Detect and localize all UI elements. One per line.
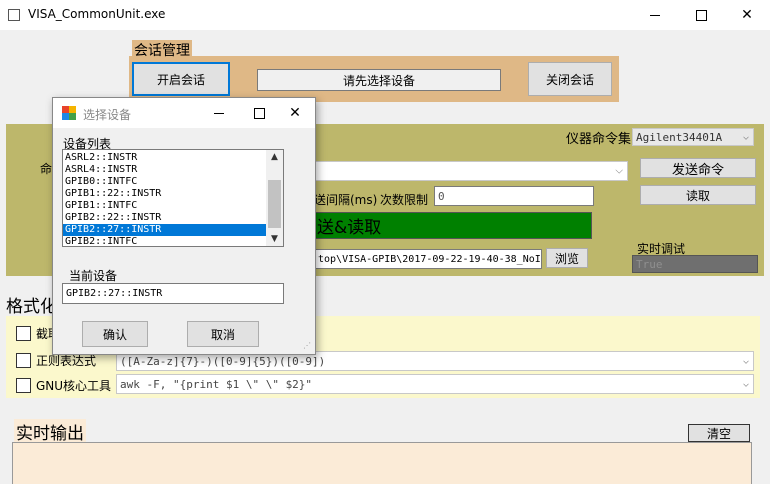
resize-grip-icon[interactable]: ⋰ — [303, 342, 313, 352]
crop-checkbox[interactable] — [16, 325, 31, 341]
list-item[interactable]: GPIB1::22::INSTR — [63, 188, 266, 200]
list-item[interactable]: ASRL2::INSTR — [63, 152, 266, 164]
close-icon: ✕ — [741, 7, 753, 23]
device-list[interactable]: ASRL2::INSTR ASRL4::INSTR GPIB0::INTFC GPIB… — [62, 149, 284, 247]
session-status: 请先选择设备 — [257, 69, 501, 91]
output-title: 实时输出 — [14, 419, 86, 444]
list-item[interactable]: GPIB2::INTFC — [63, 236, 266, 246]
dialog-maximize-button[interactable] — [239, 98, 279, 128]
app-icon — [8, 9, 20, 21]
command-label: 命 — [40, 162, 53, 176]
regex-checkbox[interactable] — [16, 352, 31, 368]
output-area[interactable] — [12, 442, 752, 484]
browse-button[interactable]: 浏览 — [546, 248, 588, 268]
maximize-button[interactable] — [678, 0, 724, 30]
maximize-icon — [253, 107, 265, 119]
list-item[interactable]: GPIB2::27::INSTR — [63, 224, 266, 236]
dialog-title: 选择设备 — [83, 108, 132, 122]
minimize-icon — [650, 14, 660, 16]
list-item[interactable]: GPIB0::INTFC — [63, 176, 266, 188]
realtime-debug-value[interactable]: True — [632, 255, 758, 273]
send-command-button[interactable]: 发送命令 — [640, 158, 756, 178]
maximize-icon — [695, 9, 707, 21]
clear-button[interactable]: 清空 — [688, 424, 750, 442]
dialog-app-icon — [62, 106, 76, 120]
scroll-up-icon[interactable]: ▲ — [266, 150, 283, 164]
chevron-down-icon: ⌵ — [615, 165, 623, 177]
dialog-titlebar: 选择设备 ✕ — [53, 98, 315, 128]
limit-input[interactable]: 0 — [434, 186, 594, 206]
open-session-button[interactable]: 开启会话 — [132, 62, 230, 96]
close-button[interactable]: ✕ — [724, 0, 770, 30]
current-device-label: 当前设备 — [69, 269, 118, 283]
session-group-label: 会话管理 — [132, 40, 192, 59]
list-scrollbar[interactable]: ▲ ▼ — [266, 150, 283, 246]
list-item[interactable]: GPIB1::INTFC — [63, 200, 266, 212]
path-input[interactable]: top\VISA-GPIB\2017-09-22-19-40-38_NoIn — [314, 249, 542, 269]
close-icon: ✕ — [289, 105, 301, 121]
limit-label: 次数限制 — [380, 193, 429, 207]
gnu-checkbox[interactable] — [16, 377, 31, 393]
read-button[interactable]: 读取 — [640, 185, 756, 205]
cancel-button[interactable]: 取消 — [187, 321, 259, 347]
minimize-icon — [214, 112, 224, 114]
gnu-select[interactable]: awk -F, "{print $1 \" \" $2}" ⌵ — [116, 374, 754, 394]
select-device-dialog: 选择设备 ✕ 设备列表 ASRL2::INSTR ASRL4::INSTR GPIB… — [52, 97, 316, 355]
gnu-label: GNU核心工具 — [36, 378, 112, 393]
send-read-status[interactable]: 送&读取 — [314, 212, 592, 239]
dialog-close-button[interactable]: ✕ — [275, 98, 315, 128]
window-titlebar: VISA_CommonUnit.exe ✕ — [0, 0, 770, 30]
instrument-set-label: 仪器命令集 — [566, 132, 632, 147]
chevron-down-icon: ⌵ — [742, 378, 749, 390]
format-group-label: 格式化 — [6, 297, 57, 317]
list-item[interactable]: ASRL4::INSTR — [63, 164, 266, 176]
close-session-button[interactable]: 关闭会话 — [528, 62, 612, 96]
scroll-thumb[interactable] — [268, 180, 281, 228]
window-title: VISA_CommonUnit.exe — [28, 7, 166, 21]
command-select[interactable]: ⌵ — [314, 161, 628, 181]
scroll-down-icon[interactable]: ▼ — [266, 232, 283, 246]
instrument-set-select[interactable]: Agilent34401A ⌵ — [632, 128, 754, 146]
format-row-gnu: GNU核心工具 — [16, 377, 112, 393]
list-item[interactable]: GPIB2::22::INSTR — [63, 212, 266, 224]
dialog-minimize-button[interactable] — [199, 98, 239, 128]
interval-label: 送间隔(ms) — [314, 193, 378, 207]
chevron-down-icon: ⌵ — [742, 355, 749, 367]
format-row-regex: 正则表达式 — [16, 352, 96, 368]
minimize-button[interactable] — [632, 0, 678, 30]
confirm-button[interactable]: 确认 — [82, 321, 148, 347]
current-device-input[interactable]: GPIB2::27::INSTR — [62, 283, 284, 304]
chevron-down-icon: ⌵ — [742, 131, 749, 143]
